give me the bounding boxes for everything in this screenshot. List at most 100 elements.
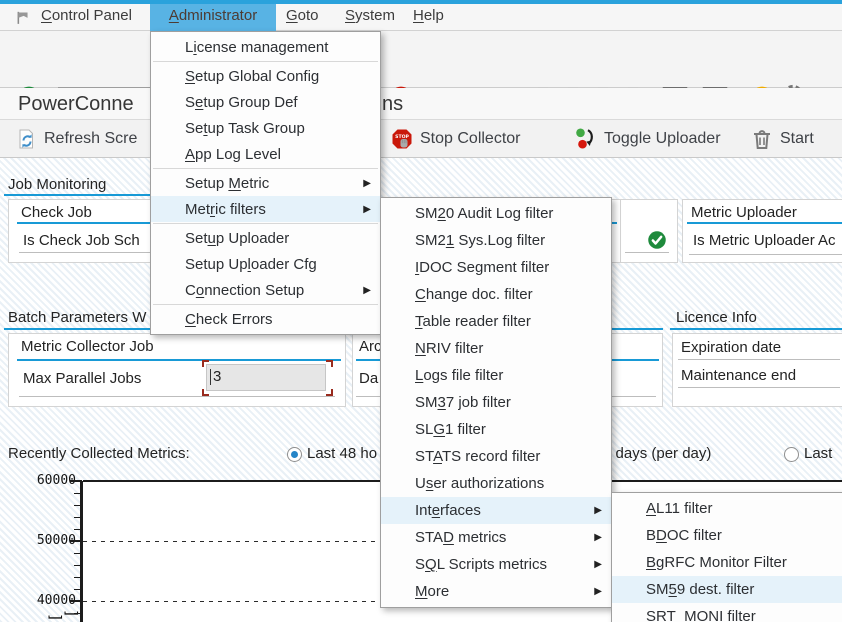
menu-item-setup-global-config[interactable]: Setup Global Config xyxy=(151,63,380,89)
menu-separator xyxy=(153,304,378,305)
y-axis-tick-label: 40000 xyxy=(24,593,76,608)
menu-item-label: BgRFC Monitor Filter xyxy=(646,554,787,571)
menu-item-setup-uploader[interactable]: Setup Uploader xyxy=(151,225,380,251)
maintenance-end-label: Maintenance end xyxy=(681,367,796,384)
menu-item-metric-filters[interactable]: Metric filters▶ xyxy=(151,196,380,222)
menu-item-label: Setup Task Group xyxy=(185,120,305,137)
menu-item-setup-task-group[interactable]: Setup Task Group xyxy=(151,115,380,141)
menu-item-label: SRT_MONI filter xyxy=(646,608,756,622)
menu-item-label: SM37 job filter xyxy=(415,394,511,411)
menu-item-stad-metrics[interactable]: STAD metrics▶ xyxy=(381,524,611,551)
check-job-status-ok-icon xyxy=(647,230,667,250)
menu-item-interfaces[interactable]: Interfaces▶ xyxy=(381,497,611,524)
toggle-icon xyxy=(574,127,598,151)
y-axis-tick-label: 60000 xyxy=(24,473,76,488)
menu-item-table-reader-filter[interactable]: Table reader filter xyxy=(381,308,611,335)
y-axis-major-tick xyxy=(70,600,82,602)
menubar-item-administrator[interactable]: Administrator xyxy=(150,4,276,31)
field-select-corner xyxy=(326,360,333,367)
menu-item-sm59-dest-filter[interactable]: SM59 dest. filter xyxy=(612,576,842,603)
menu-item-idoc-segment-filter[interactable]: IDOC Segment filter xyxy=(381,254,611,281)
check-job-row-label: Is Check Job Sch xyxy=(23,232,140,249)
radio-last-30-days-label[interactable]: Last xyxy=(804,445,832,462)
refresh-icon xyxy=(14,127,38,151)
title-bar: PowerConne ns xyxy=(0,88,842,120)
menu-item-check-errors[interactable]: Check Errors xyxy=(151,306,380,332)
app-button-refresh-scre[interactable]: Refresh Scre xyxy=(14,126,137,152)
app-button-toggle-uploader[interactable]: Toggle Uploader xyxy=(574,126,721,152)
powerconnect-window: Control Panel Administrator Goto System Help… xyxy=(0,0,842,622)
menu-item-label: IDOC Segment filter xyxy=(415,259,549,276)
max-parallel-jobs-input[interactable]: 3 xyxy=(206,364,326,391)
radio-last-30-days[interactable] xyxy=(784,447,799,462)
menubar-item-control-panel[interactable]: Control Panel xyxy=(41,7,132,24)
menu-item-nriv-filter[interactable]: NRIV filter xyxy=(381,335,611,362)
menu-item-label: Setup Metric xyxy=(185,175,269,192)
administrator-menu: License management Setup Global Config Set… xyxy=(150,31,381,335)
menu-item-label: Setup Uploader Cfg xyxy=(185,256,317,273)
menu-item-label: Setup Group Def xyxy=(185,94,298,111)
max-parallel-jobs-label: Max Parallel Jobs xyxy=(23,370,141,387)
menu-item-setup-group-def[interactable]: Setup Group Def xyxy=(151,89,380,115)
menu-item-bdoc-filter[interactable]: BDOC filter xyxy=(612,522,842,549)
archive-header: Arc xyxy=(359,338,382,355)
y-axis-major-tick xyxy=(70,480,82,482)
check-job-header: Check Job xyxy=(21,204,92,221)
menu-item-connection-setup[interactable]: Connection Setup▶ xyxy=(151,277,380,303)
menu-item-sql-scripts-metrics[interactable]: SQL Scripts metrics▶ xyxy=(381,551,611,578)
menu-item-label: SM20 Audit Log filter xyxy=(415,205,553,222)
text-cursor xyxy=(210,369,211,385)
menu-item-label: Check Errors xyxy=(185,311,273,328)
licence-info-title: Licence Info xyxy=(676,309,757,326)
menu-item-label: Setup Uploader xyxy=(185,230,289,247)
menu-flag-icon xyxy=(13,9,35,26)
radio-last-48-hours[interactable] xyxy=(287,447,302,462)
menu-item-setup-metric[interactable]: Setup Metric▶ xyxy=(151,170,380,196)
menu-item-label: User authorizations xyxy=(415,475,544,492)
menubar-item-help[interactable]: Help xyxy=(413,7,444,24)
menubar-item-goto[interactable]: Goto xyxy=(286,7,319,24)
menu-item-label: SM59 dest. filter xyxy=(646,581,754,598)
application-toolbar: Refresh Scre STOP Stop Collector Toggle Upl… xyxy=(0,120,842,158)
menu-item-srt-moni-filter[interactable]: SRT_MONI filter xyxy=(612,603,842,622)
menu-item-bgrfc-monitor-filter[interactable]: BgRFC Monitor Filter xyxy=(612,549,842,576)
submenu-arrow-icon: ▶ xyxy=(594,559,602,570)
app-button-label: Start xyxy=(780,130,814,148)
app-button-label: Stop Collector xyxy=(420,130,521,148)
app-button-start[interactable]: Start xyxy=(750,126,814,152)
metric-uploader-row-label: Is Metric Uploader Ac xyxy=(693,232,836,249)
menu-item-change-doc-filter[interactable]: Change doc. filter xyxy=(381,281,611,308)
submenu-arrow-icon: ▶ xyxy=(594,586,602,597)
menu-item-user-authorizations[interactable]: User authorizations xyxy=(381,470,611,497)
app-button-stop-collector[interactable]: STOP Stop Collector xyxy=(390,126,521,152)
menu-item-slg1-filter[interactable]: SLG1 filter xyxy=(381,416,611,443)
y-axis-minor-tick xyxy=(74,613,82,615)
menu-item-sm37-job-filter[interactable]: SM37 job filter xyxy=(381,389,611,416)
field-select-corner xyxy=(202,360,209,367)
menu-item-label: Metric filters xyxy=(185,201,266,218)
menu-item-sm20-audit-log-filter[interactable]: SM20 Audit Log filter xyxy=(381,200,611,227)
archive-field-label: Da xyxy=(359,370,378,387)
menu-item-label: NRIV filter xyxy=(415,340,483,357)
recently-collected-metrics-label: Recently Collected Metrics: xyxy=(8,445,190,462)
menu-item-license-management[interactable]: License management xyxy=(151,34,380,60)
menu-item-sm21-sys-log-filter[interactable]: SM21 Sys.Log filter xyxy=(381,227,611,254)
menu-separator xyxy=(153,223,378,224)
menu-item-al11-filter[interactable]: AL11 filter xyxy=(612,495,842,522)
menu-item-setup-uploader-cfg[interactable]: Setup Uploader Cfg xyxy=(151,251,380,277)
menubar-item-system[interactable]: System xyxy=(345,7,395,24)
menu-item-logs-file-filter[interactable]: Logs file filter xyxy=(381,362,611,389)
menu-item-app-log-level[interactable]: App Log Level xyxy=(151,141,380,167)
menu-item-more[interactable]: More▶ xyxy=(381,578,611,605)
menu-item-label: Table reader filter xyxy=(415,313,531,330)
radio-7-days-label[interactable]: 7 days (per day) xyxy=(603,445,711,462)
menu-item-label: Setup Global Config xyxy=(185,68,319,85)
radio-last-48-hours-label[interactable]: Last 48 ho xyxy=(307,445,377,462)
stop-icon: STOP xyxy=(390,127,414,151)
licence-info-box: Expiration date Maintenance end xyxy=(672,333,842,407)
menu-item-stats-record-filter[interactable]: STATS record filter xyxy=(381,443,611,470)
menu-item-label: Change doc. filter xyxy=(415,286,533,303)
collector-row-underline xyxy=(19,396,335,397)
field-select-corner xyxy=(326,389,333,396)
y-axis-minor-tick xyxy=(74,565,82,567)
